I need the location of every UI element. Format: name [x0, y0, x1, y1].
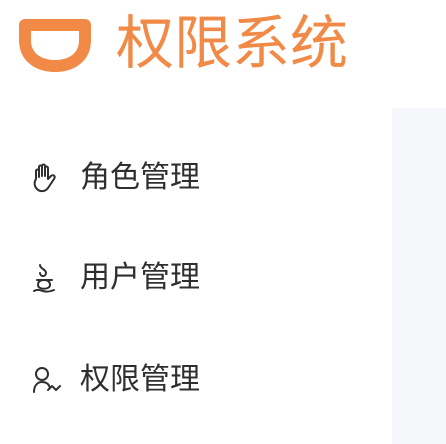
app-header: 权限系统 [0, 0, 446, 108]
sidebar-menu: 角色管理 用户管理 权限管理 [0, 108, 392, 444]
hand-icon [33, 163, 56, 193]
didi-logo-icon [19, 19, 91, 72]
sidebar-item-label: 用户管理 [80, 260, 200, 295]
user-icon [33, 264, 55, 293]
sidebar-item-permission-management[interactable]: 权限管理 [0, 350, 392, 410]
main-content-area [392, 108, 446, 444]
permission-icon [33, 367, 61, 393]
sidebar-item-label: 角色管理 [80, 160, 200, 195]
sidebar-item-user-management[interactable]: 用户管理 [0, 248, 392, 308]
sidebar-item-role-management[interactable]: 角色管理 [0, 148, 392, 208]
app-root: 权限系统 角色管理 用户管理 权限管理 [0, 0, 446, 444]
sidebar-item-label: 权限管理 [80, 362, 200, 397]
app-title: 权限系统 [116, 9, 349, 77]
